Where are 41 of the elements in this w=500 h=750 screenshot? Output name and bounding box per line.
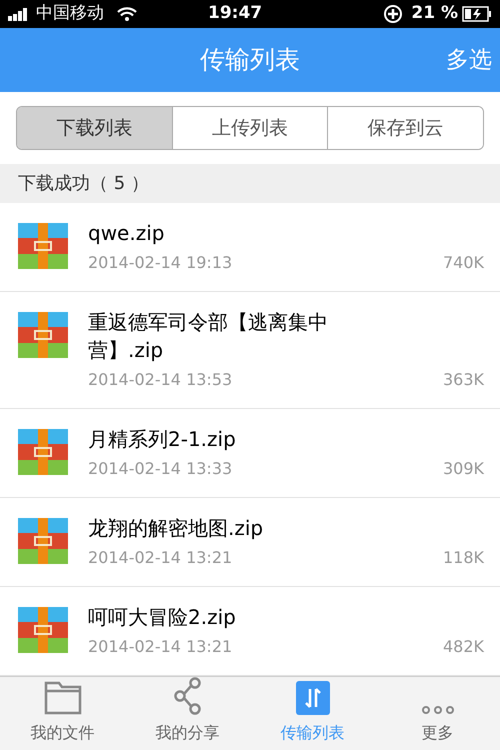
archive-icon bbox=[18, 223, 68, 269]
file-size: 363K bbox=[442, 369, 484, 391]
file-date: 2014-02-14 13:21 bbox=[88, 636, 232, 658]
file-date: 2014-02-14 13:33 bbox=[88, 458, 232, 480]
file-name: qwe.zip bbox=[88, 220, 166, 247]
section-title: 下载成功（ 5 ） bbox=[18, 172, 149, 196]
file-size: 118K bbox=[442, 547, 484, 569]
tab-bar-item[interactable]: 我的文件 bbox=[0, 677, 125, 750]
wifi-icon bbox=[116, 6, 138, 22]
file-name: 月精系列2-1.zip bbox=[88, 426, 237, 453]
file-date: 2014-02-14 13:21 bbox=[88, 547, 232, 569]
file-row[interactable]: 重返德军司令部【逃离集中营】.zip 2014-02-14 13:53 363K bbox=[0, 292, 500, 409]
file-name: 龙翔的解密地图.zip bbox=[88, 515, 264, 542]
archive-icon bbox=[18, 429, 68, 475]
archive-icon bbox=[18, 607, 68, 653]
carrier-name: 中国移动 bbox=[36, 2, 104, 26]
share-icon bbox=[172, 677, 202, 715]
rotation-lock-icon bbox=[383, 4, 404, 24]
file-name: 呵呵大冒险2.zip bbox=[88, 604, 237, 631]
clock-time: 19:47 bbox=[208, 2, 262, 26]
battery-icon bbox=[462, 6, 492, 22]
file-row[interactable]: qwe.zip 2014-02-14 19:13 740K bbox=[0, 203, 500, 292]
file-name: 重返德军司令部【逃离集中营】.zip bbox=[88, 309, 329, 364]
segment-tab[interactable]: 保存到云 bbox=[327, 107, 483, 150]
battery-percent: 21 % bbox=[411, 2, 458, 26]
file-size: 482K bbox=[442, 636, 484, 658]
more-icon bbox=[420, 705, 454, 715]
folder-icon bbox=[44, 681, 82, 715]
file-date: 2014-02-14 19:13 bbox=[88, 252, 232, 274]
file-size: 309K bbox=[442, 458, 484, 480]
transfer-icon bbox=[296, 681, 330, 715]
file-size: 740K bbox=[442, 252, 484, 274]
tab-bar-item[interactable]: 更多 bbox=[375, 677, 500, 750]
file-row[interactable]: 龙翔的解密地图.zip 2014-02-14 13:21 118K bbox=[0, 498, 500, 587]
tab-bar-item[interactable]: 我的分享 bbox=[125, 677, 250, 750]
file-date: 2014-02-14 13:53 bbox=[88, 369, 232, 391]
archive-icon bbox=[18, 312, 68, 358]
archive-icon bbox=[18, 518, 68, 564]
file-row[interactable]: 月精系列2-1.zip 2014-02-14 13:33 309K bbox=[0, 409, 500, 498]
page-title: 传输列表 bbox=[200, 44, 300, 76]
segment-tab[interactable]: 下载列表 bbox=[17, 107, 172, 150]
